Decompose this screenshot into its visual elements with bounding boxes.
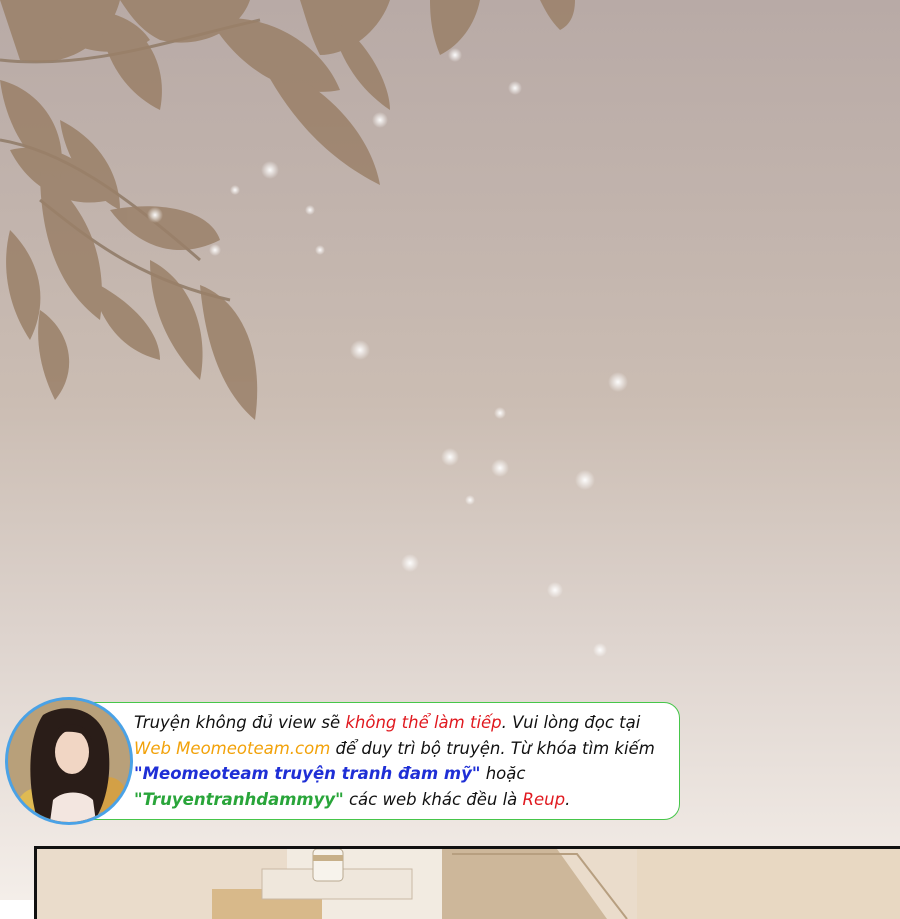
reading-notice-banner: Truyện không đủ view sẽ không thể làm ti… [8,700,682,824]
search-keyword-2: "Truyentranhdammyy" [134,789,344,809]
notice-line-1: Truyện không đủ view sẽ không thể làm ti… [134,713,641,732]
avatar-portrait-icon [8,700,130,822]
next-comic-panel [34,846,900,919]
notice-text: Truyện không đủ view sẽ không thể làm ti… [134,710,679,812]
avatar [8,700,130,822]
site-link[interactable]: Web Meomeoteam.com [134,739,330,758]
notice-line-4: "Truyentranhdammyy" các web khác đều là … [134,789,571,809]
room-interior-illustration [37,849,900,919]
search-keyword-1: "Meomeoteam truyện tranh đam mỹ" [134,764,481,783]
notice-line-3: "Meomeoteam truyện tranh đam mỹ" hoặc [134,764,526,783]
notice-line-2: Web Meomeoteam.com để duy trì bộ truyện.… [134,738,655,758]
